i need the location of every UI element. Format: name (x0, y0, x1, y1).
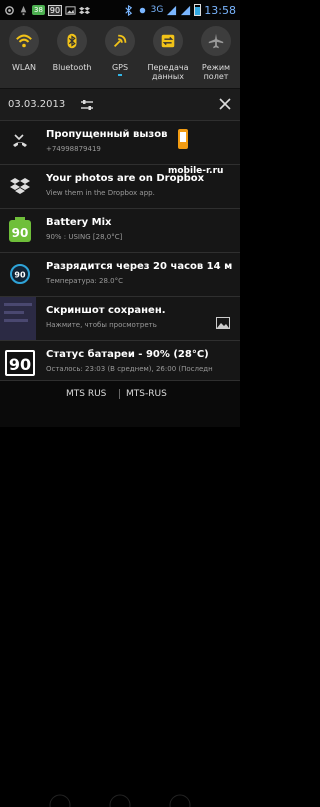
active-indicator (118, 74, 122, 76)
notification-title: Статус батареи - 90% (28°C) (46, 349, 209, 360)
notification-battery-status[interactable]: 90 Статус батареи - 90% (28°C) Осталось:… (0, 340, 240, 384)
battery-round-icon: 90 (10, 264, 30, 284)
missed-call-icon (13, 134, 27, 147)
toggle-gps[interactable]: GPS (96, 20, 144, 88)
notification-subtitle: Осталось: 23:03 (В среднем), 26:00 (Посл… (46, 365, 213, 373)
watermark: mobile-r.ru (168, 166, 224, 176)
notification-discharge-estimate[interactable]: 90 Разрядится через 20 часов 14 м Темпер… (0, 252, 240, 296)
wifi-icon (16, 34, 32, 48)
bluetooth-icon (67, 33, 77, 49)
toggle-data-transfer[interactable]: Передача данных (144, 20, 192, 88)
carrier-separator (119, 389, 120, 399)
status-badge-green: 38 (32, 5, 45, 15)
dropbox-status-icon (79, 6, 91, 14)
notification-screenshot[interactable]: Скриншот сохранен. Нажмите, чтобы просмо… (0, 296, 240, 340)
notification-title: Разрядится через 20 часов 14 м (46, 261, 233, 272)
bluetooth-status-icon (124, 4, 132, 16)
gps-status-icon (139, 7, 145, 13)
toggle-label: Bluetooth (52, 63, 92, 72)
notification-header: 03.03.2013 (0, 88, 240, 120)
status-bar: 38 90 3G 13:58 (0, 0, 240, 20)
notification-battery-mix[interactable]: 90 Battery Mix 90% : USING [28,0°C] (0, 208, 240, 252)
toggle-label: Передача данных (147, 63, 189, 81)
location-icon (5, 5, 14, 15)
dropbox-icon (10, 178, 30, 194)
settings-sliders-icon[interactable] (80, 98, 94, 112)
notification-bell-icon (20, 5, 27, 15)
toggle-label: WLAN (11, 63, 36, 72)
airplane-icon (208, 33, 224, 49)
carrier-bar: MTS RUS MTS-RUS (0, 380, 240, 807)
toggle-airplane-mode[interactable]: Режим полет (192, 20, 240, 88)
toggle-wlan[interactable]: WLAN (0, 20, 48, 88)
notification-title: Пропущенный вызов (46, 129, 168, 140)
battery-mix-icon-value: 90 (12, 226, 29, 240)
watermark-phone-logo (178, 129, 188, 149)
notification-title: Скриншот сохранен. (46, 305, 166, 316)
gps-icon (113, 34, 127, 48)
notification-subtitle: Температура: 28.0°C (46, 277, 123, 285)
notification-missed-call[interactable]: Пропущенный вызов +74998879419 (0, 120, 240, 164)
signal-icon (167, 5, 177, 15)
carrier-sim2: MTS-RUS (126, 389, 167, 399)
header-date: 03.03.2013 (8, 99, 66, 110)
notification-subtitle: Нажмите, чтобы просмотреть (46, 321, 157, 329)
battery-status-icon: 90 (5, 350, 35, 376)
carrier-sim1: MTS RUS (66, 389, 107, 399)
notification-title: Battery Mix (46, 217, 112, 228)
notification-subtitle: View them in the Dropbox app. (46, 189, 155, 197)
battery-round-icon-value: 90 (14, 271, 26, 280)
notification-subtitle: 90% : USING [28,0°C] (46, 233, 123, 241)
battery-status-icon-value: 90 (9, 355, 31, 374)
screenshot-thumbnail-icon (0, 297, 36, 340)
data-transfer-icon (161, 34, 175, 48)
notification-subtitle: +74998879419 (46, 145, 101, 153)
battery-mix-icon: 90 (9, 217, 31, 242)
image-icon (65, 5, 76, 15)
toggle-label: Режим полет (201, 63, 231, 81)
network-type: 3G (150, 5, 164, 15)
image-gallery-icon (216, 317, 230, 329)
status-badge-battery-level: 90 (47, 4, 63, 16)
toggle-bluetooth[interactable]: Bluetooth (48, 20, 96, 88)
battery-icon (194, 4, 202, 16)
toggle-label: GPS (111, 63, 129, 72)
signal-2-icon (181, 5, 191, 15)
clear-all-icon[interactable] (218, 97, 232, 111)
clock: 13:58 (204, 3, 236, 17)
quick-settings-panel: WLAN Bluetooth GPS Передача данных Режим… (0, 20, 240, 88)
drag-handle[interactable] (0, 791, 240, 807)
